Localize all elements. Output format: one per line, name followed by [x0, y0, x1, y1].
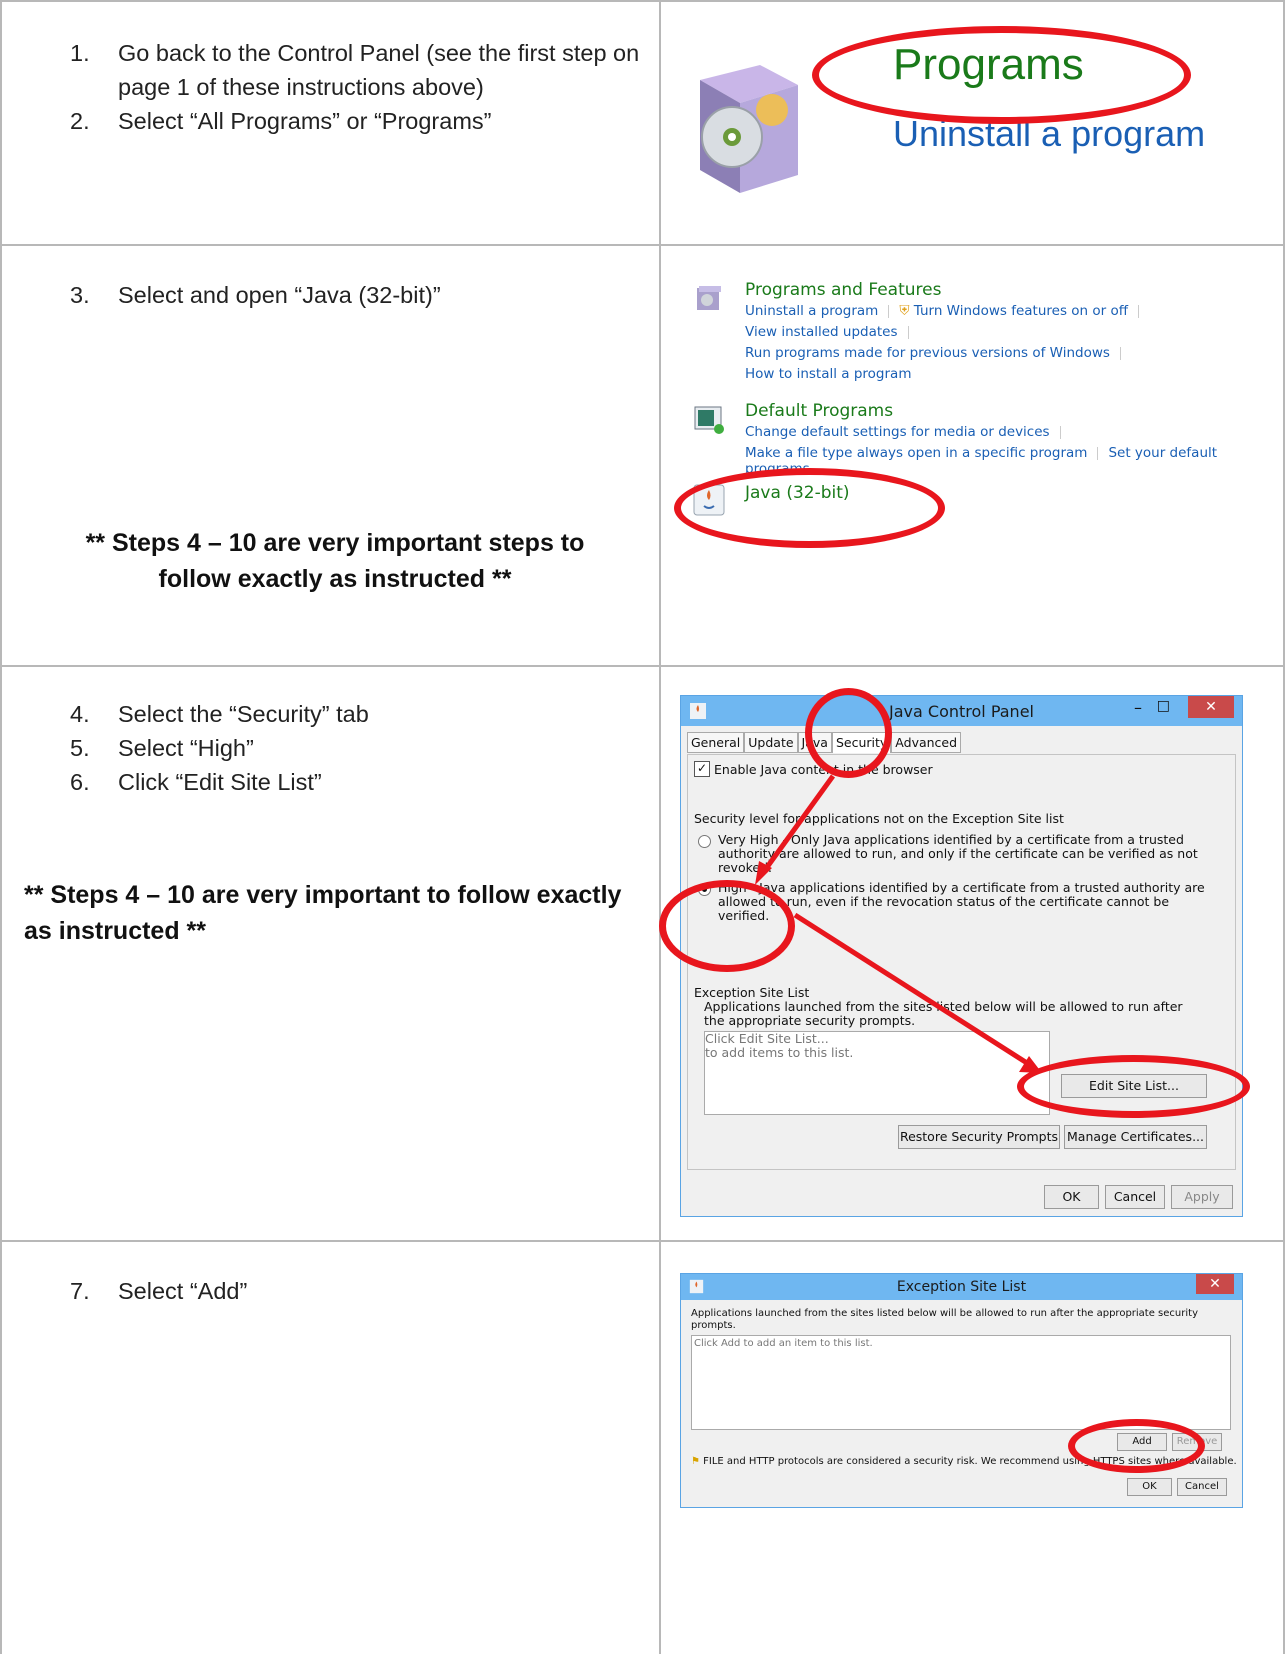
step-2: 2. Select “All Programs” or “Programs” — [70, 108, 492, 134]
default-programs-section: Default Programs Change default settings… — [745, 401, 1285, 477]
tab-security[interactable]: Security — [831, 732, 892, 753]
step-5: 5. Select “High” — [70, 735, 254, 761]
row-divider — [0, 1240, 1285, 1242]
very-high-radio[interactable] — [698, 835, 711, 848]
enable-java-checkbox[interactable]: ✓ — [694, 761, 710, 777]
row4-steps: 7. Select “Add” — [70, 1274, 650, 1308]
tab-general[interactable]: General — [687, 732, 745, 753]
restore-security-prompts-button[interactable]: Restore Security Prompts — [898, 1125, 1060, 1149]
apply-button[interactable]: Apply — [1171, 1185, 1233, 1209]
row1-steps: 1. Go back to the Control Panel (see the … — [70, 36, 650, 138]
title-bar: Exception Site List ✕ — [681, 1274, 1242, 1300]
default-programs-icon — [694, 406, 724, 434]
exception-desc: Applications launched from the sites lis… — [704, 999, 1183, 1028]
tab-java[interactable]: Java — [797, 732, 832, 753]
manage-certificates-button[interactable]: Manage Certificates... — [1064, 1125, 1207, 1149]
enable-java-label: Enable Java content in the browser — [714, 761, 933, 777]
java-section: Java (32-bit) — [745, 483, 850, 503]
install-program-link[interactable]: How to install a program — [745, 366, 1149, 382]
cancel-button[interactable]: Cancel — [1177, 1478, 1227, 1496]
step-4: 4. Select the “Security” tab — [70, 701, 369, 727]
programs-features-icon — [697, 286, 721, 310]
default-media-link[interactable]: Change default settings for media or dev… — [745, 424, 1050, 440]
row-divider — [0, 244, 1285, 246]
table-border-top — [0, 0, 1285, 2]
high-label: High - Java applications identified by a… — [718, 880, 1205, 923]
high-radio[interactable] — [698, 883, 711, 896]
step-6: 6. Click “Edit Site List” — [70, 769, 322, 795]
uninstall-program-link[interactable]: Uninstall a program — [745, 303, 878, 319]
row-divider — [0, 665, 1285, 667]
programs-title[interactable]: Programs — [893, 40, 1084, 90]
programs-icon — [700, 65, 798, 193]
step-1: 1. Go back to the Control Panel (see the … — [70, 40, 640, 100]
cancel-button[interactable]: Cancel — [1105, 1185, 1165, 1209]
programs-features-section: Programs and Features Uninstall a progra… — [745, 280, 1149, 382]
uninstall-program-link[interactable]: Uninstall a program — [893, 113, 1205, 155]
dialog-title: Exception Site List — [896, 1279, 1027, 1295]
exception-site-list-label: Exception Site List — [694, 985, 810, 1000]
default-programs-title[interactable]: Default Programs — [745, 401, 1285, 421]
table-border-left — [0, 0, 2, 1654]
security-warning: FILE and HTTP protocols are considered a… — [703, 1456, 1237, 1467]
shield-icon: ⛨ — [899, 303, 910, 319]
edit-site-list-button[interactable]: Edit Site List... — [1061, 1074, 1207, 1098]
instruction-table: 1. Go back to the Control Panel (see the … — [0, 0, 1285, 1654]
tab-bar: General Update Java Security Advanced — [687, 732, 962, 753]
step-3: 3. Select and open “Java (32-bit)” — [70, 282, 441, 308]
ok-button[interactable]: OK — [1127, 1478, 1172, 1496]
security-level-label: Security level for applications not on t… — [694, 811, 1064, 826]
title-bar: Java Control Panel – □ ✕ — [681, 696, 1242, 726]
tab-advanced[interactable]: Advanced — [891, 732, 962, 753]
column-divider — [659, 0, 661, 1654]
windows-features-link[interactable]: Turn Windows features on or off — [914, 303, 1128, 319]
minimize-icon[interactable]: – — [1134, 698, 1142, 717]
remove-button[interactable]: Remove — [1172, 1433, 1222, 1451]
exception-list-box[interactable]: Click Edit Site List... to add items to … — [704, 1031, 1050, 1115]
step-7: 7. Select “Add” — [70, 1278, 248, 1304]
file-type-link[interactable]: Make a file type always open in a specif… — [745, 445, 1087, 461]
close-icon[interactable]: ✕ — [1188, 696, 1234, 718]
java-control-panel-dialog: Java Control Panel – □ ✕ General Update … — [680, 695, 1243, 1217]
view-updates-link[interactable]: View installed updates — [745, 324, 898, 340]
java-32bit-link[interactable]: Java (32-bit) — [745, 483, 850, 503]
row2-steps: 3. Select and open “Java (32-bit)” — [70, 278, 650, 312]
exception-site-list-dialog: Exception Site List ✕ Applications launc… — [680, 1273, 1243, 1508]
compat-programs-link[interactable]: Run programs made for previous versions … — [745, 345, 1110, 361]
important-note: ** Steps 4 – 10 are very important steps… — [85, 529, 585, 593]
programs-features-title[interactable]: Programs and Features — [745, 280, 1149, 300]
maximize-icon[interactable]: □ — [1157, 698, 1170, 714]
tab-update[interactable]: Update — [744, 732, 798, 753]
ok-button[interactable]: OK — [1044, 1185, 1099, 1209]
security-tab-panel: ✓ Enable Java content in the browser Sec… — [687, 754, 1236, 1170]
exception-list-box[interactable]: Click Add to add an item to this list. — [691, 1335, 1231, 1430]
very-high-label: Very High - Only Java applications ident… — [718, 832, 1198, 875]
add-button[interactable]: Add — [1117, 1433, 1167, 1451]
exception-desc: Applications launched from the sites lis… — [691, 1308, 1198, 1331]
row3-steps: 4. Select the “Security” tab 5. Select “Hi… — [70, 697, 650, 799]
important-note: ** Steps 4 – 10 are very important to fo… — [24, 881, 622, 945]
close-icon[interactable]: ✕ — [1196, 1274, 1234, 1294]
java-icon — [693, 484, 725, 516]
warning-icon: ⚑ — [691, 1456, 700, 1467]
